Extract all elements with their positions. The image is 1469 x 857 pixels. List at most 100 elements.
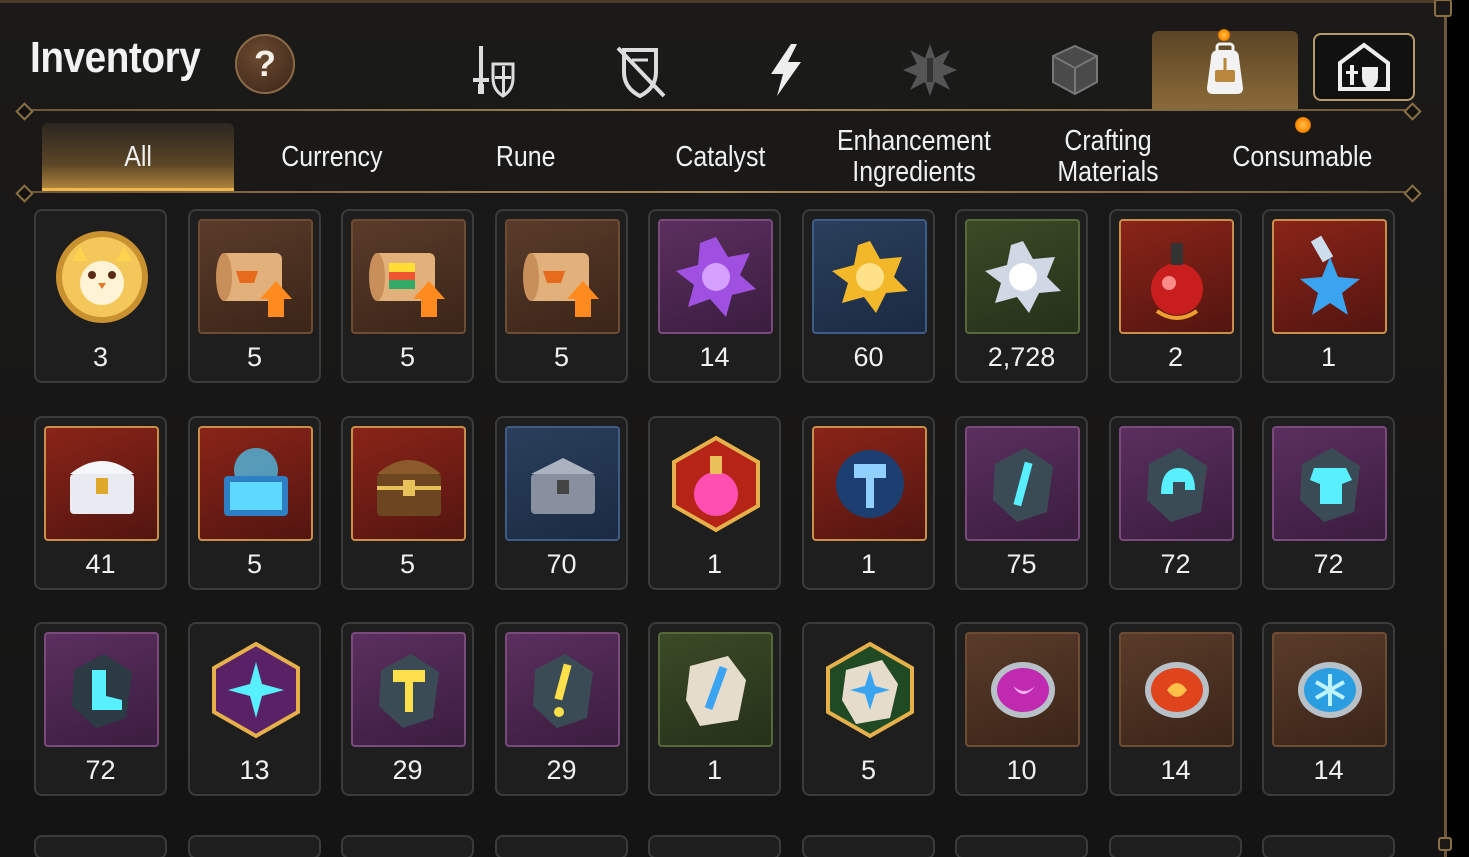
inventory-slot[interactable]: 72 [1262, 416, 1395, 590]
subtab-catalyst[interactable]: Catalyst [624, 123, 816, 191]
castle-armory-icon [1338, 42, 1390, 91]
subtab-enhancement-ingredients[interactable]: Enhancement Ingredients [818, 123, 1010, 191]
subtab-all[interactable]: All [42, 123, 234, 191]
inventory-slot[interactable]: 70 [495, 416, 628, 590]
inventory-slot[interactable]: 5 [802, 622, 935, 796]
sword-stone-icon [965, 426, 1080, 541]
tab-cube[interactable] [1020, 31, 1130, 109]
item-quantity: 1 [706, 549, 723, 579]
item-quantity: 41 [85, 549, 116, 579]
item-quantity: 5 [399, 549, 416, 579]
helmet-stone-icon [1119, 426, 1234, 541]
tab-armory[interactable] [1313, 33, 1415, 101]
item-quantity: 29 [546, 755, 577, 785]
item-quantity: 1 [706, 755, 723, 785]
inventory-slot[interactable]: 2,728 [955, 209, 1088, 383]
inventory-slot[interactable]: 1 [1262, 209, 1395, 383]
silver-crystal-icon [965, 219, 1080, 334]
inventory-slot[interactable]: 14 [648, 209, 781, 383]
inventory-slot[interactable]: 72 [34, 622, 167, 796]
lightning-icon [771, 44, 801, 96]
gold-crystal-icon [812, 219, 927, 334]
tab-items[interactable] [1152, 31, 1298, 109]
exclaim-stone-icon [505, 632, 620, 747]
wooden-chest-icon [351, 426, 466, 541]
item-quantity: 72 [1160, 549, 1191, 579]
scroll-upgrade-icon [198, 219, 313, 334]
inventory-slot[interactable]: 14 [1109, 622, 1242, 796]
item-quantity: 14 [1160, 755, 1191, 785]
inventory-slot[interactable] [648, 835, 781, 857]
tab-emblem[interactable] [875, 31, 985, 109]
inventory-slot[interactable]: 3 [34, 209, 167, 383]
rainbow-scroll-icon [351, 219, 466, 334]
inventory-slot[interactable] [34, 835, 167, 857]
backpack-icon [1207, 42, 1243, 94]
inventory-slot[interactable] [495, 835, 628, 857]
item-quantity: 60 [853, 342, 884, 372]
subtab-bar: All Currency Rune Catalyst Enhancement I… [42, 123, 1422, 191]
inventory-slot[interactable] [955, 835, 1088, 857]
inventory-slot[interactable] [188, 835, 321, 857]
inventory-panel: Inventory ? All Currency Rune Catalyst E… [0, 0, 1452, 857]
chick-portrait-icon [44, 219, 159, 334]
sword-shield-icon [473, 46, 515, 98]
frost-orb-icon [1272, 632, 1387, 747]
inventory-slot[interactable] [802, 835, 935, 857]
item-quantity: 75 [1006, 549, 1037, 579]
inventory-slot[interactable]: 41 [34, 416, 167, 590]
item-quantity: 13 [239, 755, 270, 785]
tab-skills[interactable] [730, 31, 840, 109]
inventory-slot[interactable]: 29 [495, 622, 628, 796]
tab-defense[interactable] [585, 31, 695, 109]
blade-tablet-icon [658, 632, 773, 747]
boot-stone-icon [44, 632, 159, 747]
help-button[interactable]: ? [235, 34, 295, 94]
inventory-slot[interactable]: 14 [1262, 622, 1395, 796]
item-quantity: 14 [699, 342, 730, 372]
subtab-currency[interactable]: Currency [236, 123, 428, 191]
spiky-emblem-icon [903, 44, 957, 96]
moon-orb-icon [965, 632, 1080, 747]
item-quantity: 5 [399, 342, 416, 372]
iron-chest-icon [505, 426, 620, 541]
inventory-slot[interactable]: 10 [955, 622, 1088, 796]
inventory-slot[interactable] [341, 835, 474, 857]
item-quantity: 14 [1313, 755, 1344, 785]
inventory-slot[interactable]: 5 [188, 209, 321, 383]
cube-icon [1052, 44, 1098, 96]
inventory-slot[interactable]: 5 [188, 416, 321, 590]
inventory-slot[interactable]: 13 [188, 622, 321, 796]
inventory-slot[interactable]: 60 [802, 209, 935, 383]
armor-stone-icon [1272, 426, 1387, 541]
inventory-slot[interactable]: 72 [1109, 416, 1242, 590]
purple-crystal-icon [658, 219, 773, 334]
inventory-slot[interactable] [1109, 835, 1242, 857]
subtab-rune[interactable]: Rune [430, 123, 622, 191]
inventory-slot[interactable]: 5 [341, 416, 474, 590]
inventory-slot[interactable] [1262, 835, 1395, 857]
star-potion-icon [1272, 219, 1387, 334]
silver-chest-icon [44, 426, 159, 541]
hammer-rune-icon [812, 426, 927, 541]
item-quantity: 5 [553, 342, 570, 372]
inventory-slot[interactable]: 29 [341, 622, 474, 796]
crossed-shield-icon [616, 46, 666, 99]
item-quantity: 5 [860, 755, 877, 785]
inventory-slot[interactable]: 1 [648, 416, 781, 590]
page-title: Inventory [30, 33, 201, 82]
star-tablet-icon [812, 632, 927, 747]
subtab-consumable[interactable]: Consumable [1206, 123, 1398, 191]
tab-equipment[interactable] [440, 31, 550, 109]
red-potion-icon [1119, 219, 1234, 334]
inventory-slot[interactable]: 5 [495, 209, 628, 383]
inventory-slot[interactable]: 2 [1109, 209, 1242, 383]
inventory-slot[interactable]: 1 [648, 622, 781, 796]
inventory-slot[interactable]: 1 [802, 416, 935, 590]
blue-chest-icon [198, 426, 313, 541]
inventory-slot[interactable]: 5 [341, 209, 474, 383]
item-quantity: 3 [92, 342, 109, 372]
inventory-slot[interactable]: 75 [955, 416, 1088, 590]
subtab-crafting-materials[interactable]: Crafting Materials [1012, 123, 1204, 191]
item-quantity: 72 [1313, 549, 1344, 579]
